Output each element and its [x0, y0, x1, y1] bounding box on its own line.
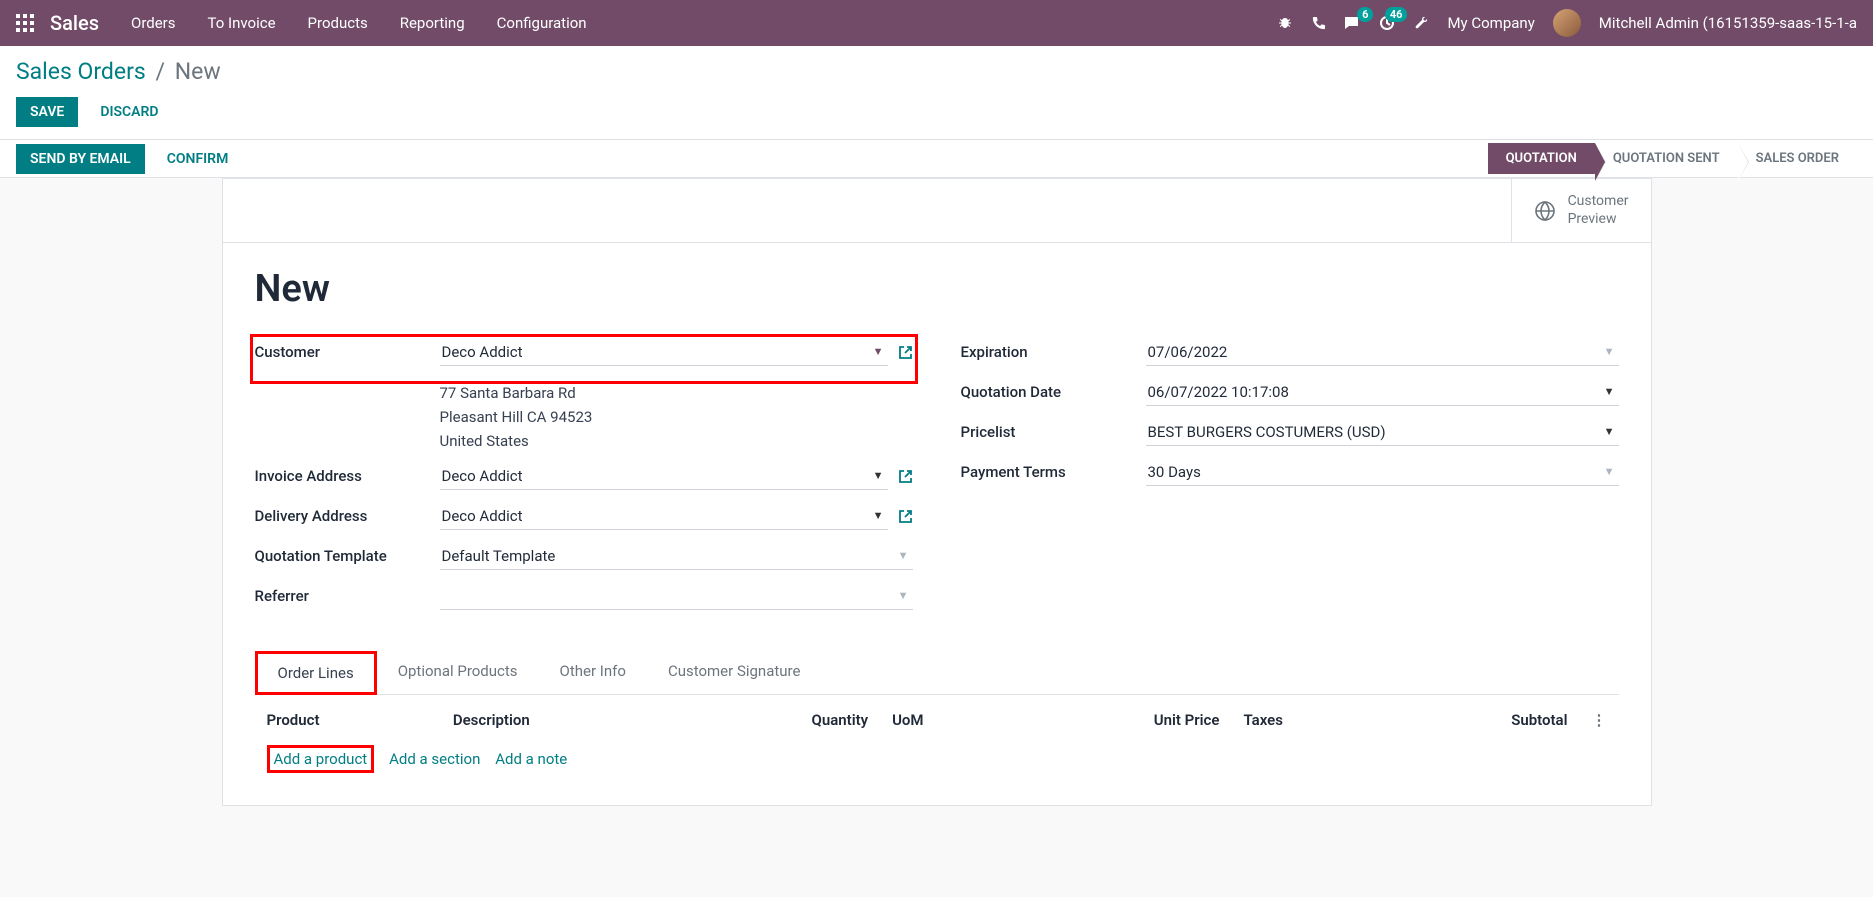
th-taxes: Taxes: [1231, 703, 1385, 737]
input-quotation-date[interactable]: [1146, 379, 1619, 406]
nav-products[interactable]: Products: [308, 14, 368, 32]
order-lines-table: Product Description Quantity UoM Unit Pr…: [255, 703, 1619, 781]
confirm-button[interactable]: CONFIRM: [153, 144, 243, 174]
label-expiration: Expiration: [961, 339, 1146, 361]
form-container: Customer Preview New Customer: [222, 178, 1652, 830]
stage-quotation[interactable]: QUOTATION: [1488, 143, 1595, 174]
th-product: Product: [255, 703, 441, 737]
table-row-add: Add a product Add a section Add a note: [255, 737, 1619, 781]
input-customer[interactable]: [440, 339, 888, 366]
th-description: Description: [441, 703, 685, 737]
tools-icon[interactable]: [1413, 15, 1429, 31]
form-title: New: [255, 267, 1619, 311]
external-link-icon[interactable]: [898, 469, 913, 484]
label-quotation-date: Quotation Date: [961, 379, 1146, 401]
breadcrumb-current: New: [175, 58, 221, 85]
label-payment-terms: Payment Terms: [961, 459, 1146, 481]
nav-configuration[interactable]: Configuration: [497, 14, 587, 32]
input-payment-terms[interactable]: [1146, 459, 1619, 486]
status-row: SEND BY EMAIL CONFIRM QUOTATION QUOTATIO…: [0, 140, 1873, 178]
row-customer: Customer ▼: [255, 339, 913, 369]
label-invoice-address: Invoice Address: [255, 463, 440, 485]
row-delivery-address: Delivery Address ▼: [255, 503, 913, 533]
th-subtotal: Subtotal: [1385, 703, 1579, 737]
input-expiration[interactable]: [1146, 339, 1619, 366]
label-quotation-template: Quotation Template: [255, 543, 440, 565]
apps-icon[interactable]: [16, 14, 34, 32]
globe-icon: [1534, 200, 1556, 222]
add-section-link[interactable]: Add a section: [389, 750, 480, 768]
control-buttons: SAVE DISCARD: [16, 97, 1857, 127]
row-quotation-template: Quotation Template ▼: [255, 543, 913, 573]
tab-order-lines[interactable]: Order Lines: [255, 651, 377, 695]
th-uom: UoM: [880, 703, 1014, 737]
app-brand[interactable]: Sales: [50, 11, 99, 35]
activities-icon[interactable]: 46: [1379, 15, 1395, 31]
user-name[interactable]: Mitchell Admin (16151359-saas-15-1-a: [1599, 14, 1857, 32]
sheet-body: New Customer ▼: [223, 243, 1651, 805]
row-referrer: Referrer ▼: [255, 583, 913, 613]
label-referrer: Referrer: [255, 583, 440, 605]
input-referrer[interactable]: [440, 583, 913, 610]
tabs: Order Lines Optional Products Other Info…: [255, 651, 1619, 695]
messages-icon[interactable]: 6: [1344, 15, 1361, 31]
add-product-link[interactable]: Add a product: [267, 745, 375, 773]
input-pricelist[interactable]: [1146, 419, 1619, 446]
discard-button[interactable]: DISCARD: [86, 97, 172, 127]
input-quotation-template[interactable]: [440, 543, 913, 570]
top-navbar: Sales Orders To Invoice Products Reporti…: [0, 0, 1873, 46]
status-stages: QUOTATION QUOTATION SENT SALES ORDER: [1488, 143, 1857, 174]
bug-icon[interactable]: [1277, 15, 1293, 31]
nav-menu: Orders To Invoice Products Reporting Con…: [131, 14, 587, 32]
nav-to-invoice[interactable]: To Invoice: [208, 14, 276, 32]
company-name[interactable]: My Company: [1447, 14, 1534, 32]
breadcrumbs: Sales Orders / New: [16, 58, 1857, 85]
label-customer: Customer: [255, 339, 440, 361]
external-link-icon[interactable]: [898, 509, 913, 524]
label-delivery-address: Delivery Address: [255, 503, 440, 525]
customer-preview-button[interactable]: Customer Preview: [1511, 179, 1651, 242]
input-delivery-address[interactable]: [440, 503, 888, 530]
th-quantity: Quantity: [685, 703, 880, 737]
input-invoice-address[interactable]: [440, 463, 888, 490]
user-avatar[interactable]: [1553, 9, 1581, 37]
tab-customer-signature[interactable]: Customer Signature: [647, 651, 822, 695]
save-button[interactable]: SAVE: [16, 97, 78, 127]
th-unit-price: Unit Price: [1014, 703, 1231, 737]
form-col-right: Expiration ▼ Quotation Date ▼: [961, 339, 1619, 623]
form-col-left: Customer ▼: [255, 339, 913, 623]
form-sheet: Customer Preview New Customer: [222, 178, 1652, 806]
control-panel: Sales Orders / New SAVE DISCARD: [0, 46, 1873, 140]
nav-reporting[interactable]: Reporting: [400, 14, 465, 32]
customer-preview-label: Customer Preview: [1568, 193, 1629, 228]
sheet-header: Customer Preview: [223, 179, 1651, 243]
row-invoice-address: Invoice Address ▼: [255, 463, 913, 493]
breadcrumb-separator: /: [156, 58, 166, 85]
stage-sales-order[interactable]: SALES ORDER: [1738, 143, 1857, 174]
navbar-right: 6 46 My Company Mitchell Admin (16151359…: [1277, 9, 1857, 37]
breadcrumb-parent[interactable]: Sales Orders: [16, 58, 146, 85]
tab-optional-products[interactable]: Optional Products: [377, 651, 539, 695]
label-pricelist: Pricelist: [961, 419, 1146, 441]
add-note-link[interactable]: Add a note: [495, 750, 567, 768]
row-pricelist: Pricelist ▼: [961, 419, 1619, 449]
tab-other-info[interactable]: Other Info: [539, 651, 647, 695]
activities-badge: 46: [1385, 7, 1408, 22]
highlight-customer: Customer ▼: [250, 334, 918, 384]
kebab-icon[interactable]: ⋮: [1592, 711, 1607, 729]
row-expiration: Expiration ▼: [961, 339, 1619, 369]
row-address: 77 Santa Barbara Rd Pleasant Hill CA 945…: [255, 379, 913, 453]
messages-badge: 6: [1357, 7, 1373, 22]
customer-address: 77 Santa Barbara Rd Pleasant Hill CA 945…: [440, 381, 913, 453]
row-quotation-date: Quotation Date ▼: [961, 379, 1619, 409]
form-columns: Customer ▼: [255, 339, 1619, 623]
phone-icon[interactable]: [1311, 16, 1326, 31]
send-email-button[interactable]: SEND BY EMAIL: [16, 144, 145, 174]
external-link-icon[interactable]: [898, 345, 913, 360]
stage-quotation-sent[interactable]: QUOTATION SENT: [1595, 143, 1738, 174]
row-payment-terms: Payment Terms ▼: [961, 459, 1619, 489]
status-buttons: SEND BY EMAIL CONFIRM: [16, 144, 242, 174]
nav-orders[interactable]: Orders: [131, 14, 176, 32]
